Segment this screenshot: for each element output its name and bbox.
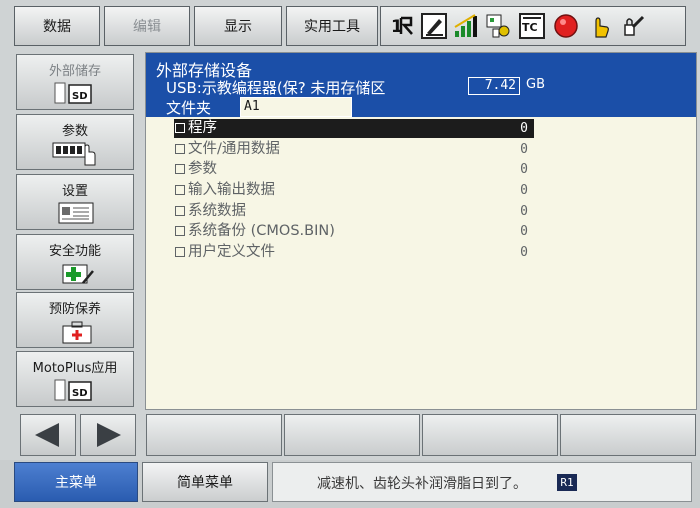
security-lock-icon	[621, 13, 647, 39]
main-menu-button[interactable]: 主菜单	[14, 462, 138, 502]
simple-menu-button[interactable]: 简单菜单	[142, 462, 268, 502]
menu-view-button[interactable]: 显示	[194, 6, 282, 46]
list-item[interactable]: 文件/通用数据 0	[174, 140, 534, 159]
panel-header: 外部存储设备 USB:示教编程器(保? 未用存储区 7.42 GB 文件夹 A1	[146, 53, 696, 117]
left-menu-safety[interactable]: 安全功能	[16, 234, 134, 290]
function-key-3[interactable]	[422, 414, 558, 456]
list-item[interactable]: 参数 0	[174, 160, 534, 179]
safety-plus-icon	[61, 261, 97, 291]
checkbox[interactable]	[175, 144, 185, 154]
function-key-1[interactable]	[146, 414, 282, 456]
settings-label: 设置	[61, 184, 88, 199]
checkbox[interactable]	[175, 185, 185, 195]
svg-text:SD: SD	[72, 388, 88, 399]
folder-label: 文件夹	[166, 99, 212, 117]
parameters-label: 参数	[61, 124, 88, 139]
status-message: 减速机、齿轮头补润滑脂日到了。	[317, 476, 527, 492]
menu-tools-button[interactable]: 实用工具	[286, 6, 378, 46]
checkbox[interactable]	[175, 226, 185, 236]
list-item[interactable]: 用户定义文件 0	[174, 243, 534, 262]
io-status-icon	[485, 13, 511, 39]
job-edit-icon	[421, 13, 447, 39]
left-menu-maintenance[interactable]: 预防保养	[16, 292, 134, 348]
arrow-left-icon	[35, 423, 59, 447]
checkbox[interactable]	[175, 247, 185, 257]
message-area[interactable]: 减速机、齿轮头补润滑脂日到了。 R1	[272, 462, 692, 502]
free-space-value: 7.42	[468, 77, 520, 95]
function-key-2[interactable]	[284, 414, 420, 456]
sd-card-icon: SD	[53, 81, 97, 111]
free-space-unit: GB	[526, 77, 545, 92]
motoplus-label: MotoPlus应用	[32, 361, 118, 376]
bottom-bar: 主菜单 简单菜单 减速机、齿轮头补润滑脂日到了。 R1	[0, 460, 700, 508]
function-key-4[interactable]	[560, 414, 696, 456]
pendant-screen: 数据 编辑 显示 实用工具 1 TC 外部储存 SD 参数 设置 安全功能 预防…	[0, 0, 700, 508]
external-storage-label: 外部储存	[48, 64, 101, 79]
checkbox[interactable]	[175, 123, 185, 133]
arrow-right-icon	[97, 423, 121, 447]
list-item[interactable]: 系统备份 (CMOS.BIN) 0	[174, 222, 534, 241]
folder-field[interactable]: A1	[240, 97, 352, 117]
left-menu-motoplus[interactable]: MotoPlus应用 SD	[16, 351, 134, 407]
page-next-button[interactable]	[80, 414, 136, 456]
left-menu-parameters[interactable]: 参数	[16, 114, 134, 170]
external-storage-panel: 外部存储设备 USB:示教编程器(保? 未用存储区 7.42 GB 文件夹 A1…	[145, 52, 697, 410]
page-prev-button[interactable]	[20, 414, 76, 456]
motoplus-sd-icon: SD	[53, 378, 97, 408]
settings-form-icon	[57, 201, 97, 231]
svg-text:SD: SD	[72, 91, 88, 102]
left-menu-settings[interactable]: 设置	[16, 174, 134, 230]
menu-data-button[interactable]: 数据	[14, 6, 100, 46]
safety-label: 安全功能	[48, 244, 101, 259]
list-item[interactable]: 程序 0	[174, 119, 534, 138]
coordinate-icon: 1	[389, 13, 415, 39]
robot-tag-badge: R1	[557, 474, 577, 491]
maintenance-label: 预防保养	[48, 302, 101, 317]
teach-mode-icon: TC	[519, 13, 545, 39]
menu-edit-button[interactable]: 编辑	[104, 6, 190, 46]
status-bar: 1 TC	[380, 6, 686, 46]
left-menu-external-storage[interactable]: 外部储存 SD	[16, 54, 134, 110]
hand-touch-icon	[587, 13, 613, 39]
checkbox[interactable]	[175, 164, 185, 174]
parameter-switch-icon	[51, 139, 101, 173]
device-line: USB:示教编程器(保? 未用存储区	[166, 79, 386, 97]
first-aid-kit-icon	[61, 319, 95, 349]
servo-stop-icon[interactable]	[553, 13, 579, 39]
list-item[interactable]: 系统数据 0	[174, 202, 534, 221]
svg-text:TC: TC	[522, 21, 538, 34]
list-item[interactable]: 输入输出数据 0	[174, 181, 534, 200]
checkbox[interactable]	[175, 206, 185, 216]
signal-strength-icon	[453, 13, 479, 39]
